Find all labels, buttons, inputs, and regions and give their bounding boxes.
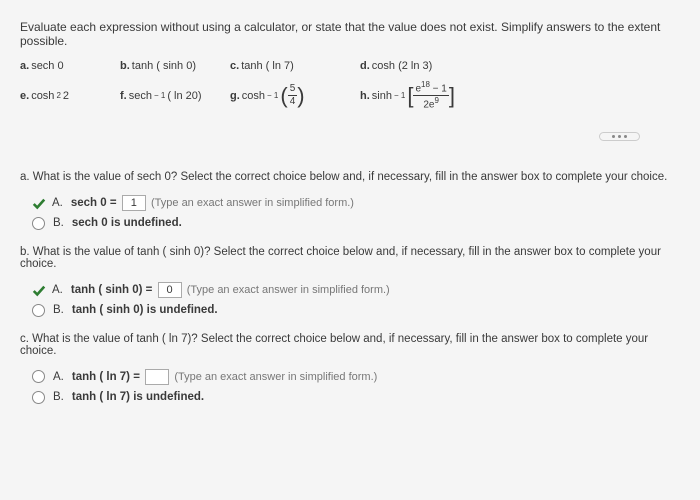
qa-choice-b[interactable]: B. sech 0 is undefined. [32, 217, 680, 230]
expr-e-prefix: cosh [31, 90, 54, 102]
expressions-row-2: e. cosh22 f. sech − 1( ln 20) g. cosh − … [20, 80, 680, 112]
expr-f-suffix: ( ln 20) [167, 90, 201, 102]
checkmark-icon [32, 284, 44, 296]
qb-a-pre: tanh ( sinh 0) = [71, 284, 156, 296]
expr-g: g. cosh − 1 ( 5 4 ) [230, 80, 360, 112]
expr-e-label: e. [20, 90, 29, 102]
qb-choice-a[interactable]: A. tanh ( sinh 0) = 0 (Type an exact ans… [32, 282, 680, 298]
expr-h-top: e18 − 1 [413, 80, 448, 96]
expr-h-label: h. [360, 90, 370, 102]
paren-right-icon: ) [297, 85, 304, 107]
expr-e-sup: 2 [56, 91, 60, 100]
qb-b-label: B. [53, 304, 64, 316]
expr-c-label: c. [230, 60, 239, 72]
expr-b: b. tanh ( sinh 0) [120, 60, 230, 72]
expr-a-text: sech 0 [31, 60, 63, 72]
expr-c: c. tanh ( ln 7) [230, 60, 360, 72]
paren-left-icon: ( [280, 85, 287, 107]
bracket-right-icon: ] [449, 85, 455, 107]
expr-h-sup: − 1 [394, 91, 405, 100]
expr-a-label: a. [20, 60, 29, 72]
expr-a: a. sech 0 [20, 60, 120, 72]
expr-g-top: 5 [288, 83, 298, 96]
expr-e: e. cosh22 [20, 80, 120, 112]
qc-a-hint: (Type an exact answer in simplified form… [174, 371, 377, 383]
expr-d-label: d. [360, 60, 370, 72]
radio-icon[interactable] [32, 304, 45, 317]
expr-f-prefix: sech [129, 90, 152, 102]
expr-g-bot: 4 [288, 96, 298, 108]
question-a-prompt: a. What is the value of sech 0? Select t… [20, 171, 680, 183]
expr-c-text: tanh ( ln 7) [241, 60, 294, 72]
radio-icon[interactable] [32, 370, 45, 383]
qb-choice-b[interactable]: B. tanh ( sinh 0) is undefined. [32, 304, 680, 317]
qa-a-label: A. [52, 197, 63, 209]
qb-a-hint: (Type an exact answer in simplified form… [187, 284, 390, 296]
radio-icon[interactable] [32, 391, 45, 404]
qc-choice-a[interactable]: A. tanh ( ln 7) = (Type an exact answer … [32, 369, 680, 385]
qc-a-pre: tanh ( ln 7) = [72, 371, 143, 383]
qb-b-text: tanh ( sinh 0) is undefined. [72, 304, 218, 316]
qa-b-label: B. [53, 217, 64, 229]
expr-f-label: f. [120, 90, 127, 102]
qc-a-input[interactable] [145, 369, 169, 385]
expr-g-label: g. [230, 90, 240, 102]
expr-f-sup: − 1 [154, 91, 165, 100]
expr-h: h. sinh − 1 [ e18 − 1 2e9 ] [360, 80, 500, 112]
qa-a-hint: (Type an exact answer in simplified form… [151, 197, 354, 209]
qa-a-input[interactable]: 1 [122, 195, 146, 211]
qc-b-label: B. [53, 391, 64, 403]
expr-b-text: tanh ( sinh 0) [132, 60, 196, 72]
radio-icon[interactable] [32, 217, 45, 230]
expr-h-fraction: e18 − 1 2e9 [413, 80, 448, 112]
expr-f: f. sech − 1( ln 20) [120, 80, 230, 112]
more-indicator [20, 132, 640, 141]
expr-g-sup: − 1 [267, 91, 278, 100]
qc-b-text: tanh ( ln 7) is undefined. [72, 391, 204, 403]
qa-b-text: sech 0 is undefined. [72, 217, 182, 229]
qc-choice-b[interactable]: B. tanh ( ln 7) is undefined. [32, 391, 680, 404]
question-b-prompt: b. What is the value of tanh ( sinh 0)? … [20, 246, 680, 270]
expr-h-prefix: sinh [372, 90, 392, 102]
checkmark-icon [32, 197, 44, 209]
expr-d-text: cosh (2 ln 3) [372, 60, 433, 72]
expr-d: d. cosh (2 ln 3) [360, 60, 470, 72]
more-button[interactable] [599, 132, 640, 141]
qa-choice-a[interactable]: A. sech 0 = 1 (Type an exact answer in s… [32, 195, 680, 211]
question-c-prompt: c. What is the value of tanh ( ln 7)? Se… [20, 333, 680, 357]
instruction-text: Evaluate each expression without using a… [20, 20, 680, 48]
qc-a-label: A. [53, 371, 64, 383]
expr-b-label: b. [120, 60, 130, 72]
qa-a-pre: sech 0 = [71, 197, 120, 209]
qb-a-input[interactable]: 0 [158, 282, 182, 298]
expr-e-suffix: 2 [63, 90, 69, 102]
qb-a-label: A. [52, 284, 63, 296]
expressions-row-1: a. sech 0 b. tanh ( sinh 0) c. tanh ( ln… [20, 60, 680, 72]
expr-g-fraction: 5 4 [288, 83, 298, 108]
expr-h-bot: 2e9 [421, 96, 441, 111]
expr-g-prefix: cosh [242, 90, 265, 102]
